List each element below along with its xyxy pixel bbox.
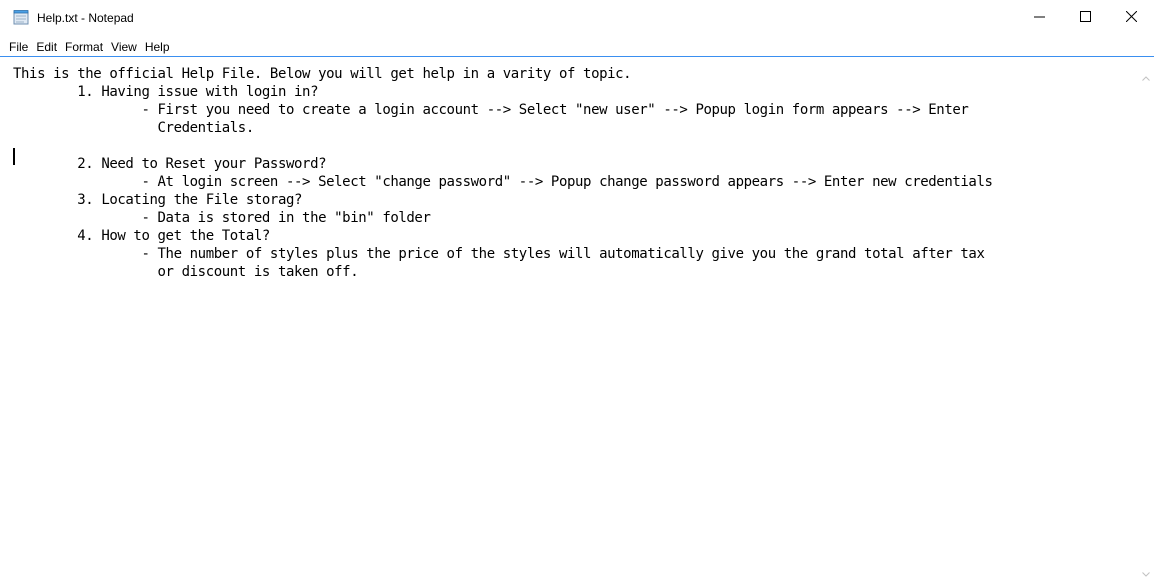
text-line: - The number of styles plus the price of… [13,246,985,262]
text-editor[interactable]: This is the official Help File. Below yo… [0,58,1138,586]
scroll-down-arrow-icon[interactable] [1142,564,1150,582]
minimize-icon [1033,9,1045,27]
text-line: 2. Need to Reset your Password? [13,156,327,172]
window-title: Help.txt - Notepad [37,11,134,25]
text-line: 3. Locating the File storag? [13,192,303,208]
menu-edit[interactable]: Edit [32,38,61,56]
menu-view[interactable]: View [107,38,141,56]
close-button[interactable] [1108,0,1154,35]
text-line [13,137,993,155]
text-line: 1. Having issue with login in? [13,84,319,100]
maximize-icon [1079,9,1091,27]
menu-help[interactable]: Help [141,38,174,56]
minimize-button[interactable] [1016,0,1062,35]
menu-format[interactable]: Format [61,38,107,56]
text-line: This is the official Help File. Below yo… [13,66,632,82]
notepad-window: Help.txt - Notepad File Edit Format View… [0,0,1154,586]
maximize-button[interactable] [1062,0,1108,35]
menu-bar: File Edit Format View Help [0,37,1154,57]
text-line: or discount is taken off. [13,264,359,280]
text-line: - First you need to create a login accou… [13,102,969,118]
title-bar[interactable]: Help.txt - Notepad [0,0,1154,35]
scroll-up-arrow-icon[interactable] [1142,68,1150,86]
text-line: - At login screen --> Select "change pas… [13,174,993,190]
menu-file[interactable]: File [5,38,32,56]
close-icon [1125,9,1137,27]
document-text[interactable]: This is the official Help File. Below yo… [13,65,993,281]
text-line: Credentials. [13,120,255,136]
text-line: 4. How to get the Total? [13,228,270,244]
vertical-scrollbar[interactable] [1138,58,1154,586]
text-caret [13,148,15,165]
notepad-icon [13,10,30,25]
text-line: - Data is stored in the "bin" folder [13,210,431,226]
